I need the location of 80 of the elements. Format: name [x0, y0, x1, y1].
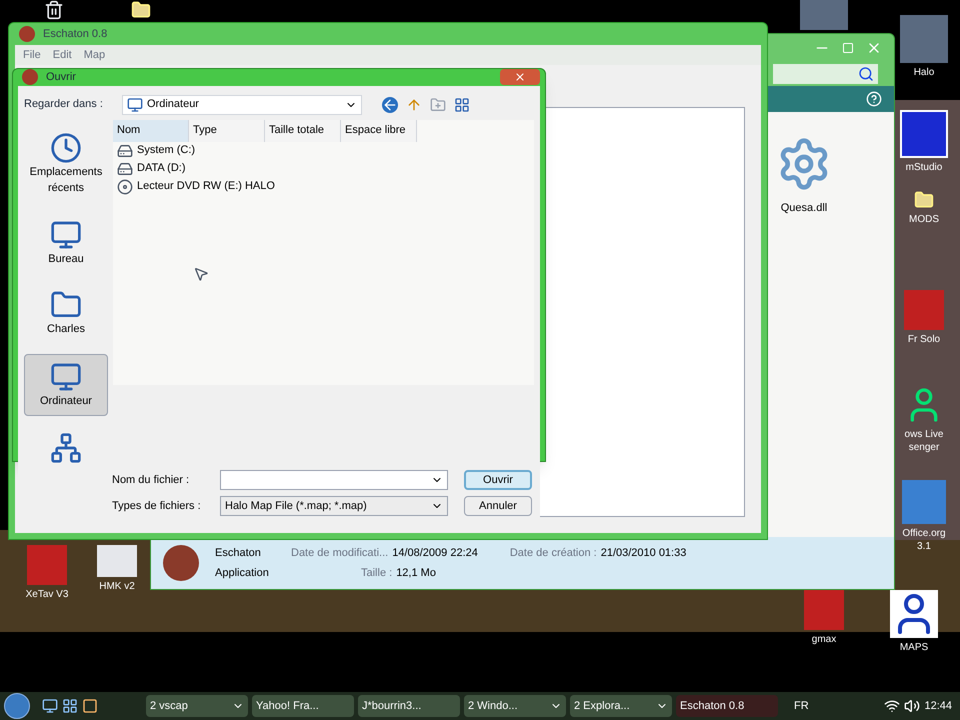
column-header[interactable]: Type: [189, 120, 265, 142]
detail-value: 14/08/2009 22:24: [392, 546, 478, 560]
app-icon[interactable]: [900, 110, 948, 158]
taskbar-button[interactable]: J*bourrin3...: [358, 695, 460, 717]
dialog-button[interactable]: Annuler: [464, 496, 532, 516]
folder-icon[interactable]: [914, 190, 934, 210]
drive-item[interactable]: System (C:): [137, 142, 196, 159]
window-title: Eschaton 0.8: [43, 26, 108, 42]
places-item[interactable]: Emplacements récents: [24, 126, 108, 202]
menu-item[interactable]: Map: [84, 46, 106, 64]
mouse-cursor-icon: [193, 266, 209, 282]
file-name-field[interactable]: [220, 470, 448, 490]
desktop-icon-label[interactable]: gmax: [812, 634, 836, 646]
desktop-icon-label[interactable]: mStudio: [906, 162, 942, 174]
view-menu-icon[interactable]: [454, 96, 470, 112]
disc-icon: [117, 178, 133, 194]
look-in-dropdown[interactable]: Ordinateur: [122, 94, 362, 114]
column-header[interactable]: Espace libre: [341, 120, 417, 142]
monitor-icon: [50, 218, 82, 250]
start-button[interactable]: [4, 693, 30, 719]
taskbar-button[interactable]: Eschaton 0.8: [676, 695, 778, 717]
back-icon[interactable]: [382, 96, 398, 112]
file-name[interactable]: Quesa.dll: [780, 200, 828, 216]
places-item[interactable]: Ordinateur: [24, 354, 108, 416]
drive-item[interactable]: DATA (D:): [137, 160, 186, 177]
file-type-label: Types de fichiers :: [112, 498, 202, 514]
language-indicator[interactable]: FR: [794, 698, 809, 714]
clock[interactable]: 12:44: [924, 698, 952, 714]
desktop-icon-label[interactable]: Fr Solo: [908, 334, 940, 346]
desktop-icon-label[interactable]: HMK v2: [99, 581, 135, 594]
menu-item[interactable]: Edit: [52, 46, 72, 64]
dialog-title: Ouvrir: [46, 70, 77, 85]
up-folder-icon[interactable]: [406, 96, 422, 112]
drive-icon: [117, 142, 133, 158]
search-icon: [858, 66, 874, 82]
desktop-icon[interactable]: [42, 698, 58, 714]
desktop-icon-label[interactable]: Halo: [914, 67, 934, 80]
bin-icon[interactable]: [44, 0, 64, 20]
folder-icon[interactable]: [131, 0, 151, 20]
drive-icon: [117, 160, 133, 176]
monitor-icon: [50, 360, 82, 392]
taskbar-button[interactable]: Yahoo! Fra...: [252, 695, 354, 717]
monitor-icon: [127, 96, 143, 112]
column-header[interactable]: Taille totale: [265, 120, 341, 142]
network-icon[interactable]: [884, 698, 900, 714]
drive-item[interactable]: Lecteur DVD RW (E:) HALO: [137, 178, 275, 195]
detail-label: Date de modificati...: [291, 546, 388, 560]
taskbar-button[interactable]: 2 Explora...: [570, 695, 672, 717]
figure-icon[interactable]: [890, 590, 938, 638]
desktop-icon-label[interactable]: Office.org 3.1: [895, 528, 953, 553]
app-icon: [19, 26, 35, 42]
close-icon: [514, 71, 526, 84]
detail-label: Taille :: [361, 566, 392, 581]
close-button[interactable]: [500, 69, 540, 86]
column-header[interactable]: Nom: [113, 120, 189, 142]
detail-value: Eschaton: [215, 546, 262, 560]
look-in-label: Regarder dans :: [24, 97, 104, 112]
desktop-icon-label[interactable]: XeTav V3: [26, 589, 68, 602]
taskbar-button[interactable]: 2 Windo...: [464, 695, 566, 717]
dialog-button[interactable]: Ouvrir: [464, 470, 532, 490]
detail-label: Date de création :: [510, 546, 597, 561]
search-field[interactable]: [773, 64, 878, 84]
places-item[interactable]: Charles: [24, 283, 108, 344]
network-icon: [50, 432, 82, 464]
app-icon: [22, 69, 38, 86]
desktop-icon-label[interactable]: ows Live senger: [895, 429, 953, 454]
menu-item[interactable]: File: [23, 46, 41, 64]
file-name-label: Nom du fichier :: [112, 472, 190, 488]
taskbar-button[interactable]: 2 vscap: [146, 695, 248, 717]
desktop-icon-label[interactable]: MAPS: [900, 642, 928, 654]
help-icon[interactable]: [866, 91, 882, 107]
detail-value: 21/03/2010 01:33: [600, 546, 686, 561]
clock-icon: [50, 132, 82, 164]
window-switch-icon[interactable]: [62, 698, 78, 714]
volume-icon[interactable]: [904, 698, 920, 714]
desktop-icon-label[interactable]: MODS: [909, 214, 939, 226]
detail-value: Application: [215, 566, 270, 581]
detail-value: 12,1 Mo: [396, 566, 436, 581]
file-type-dropdown[interactable]: Halo Map File (*.map; *.map): [220, 496, 448, 516]
places-item[interactable]: Bureau: [24, 212, 108, 273]
